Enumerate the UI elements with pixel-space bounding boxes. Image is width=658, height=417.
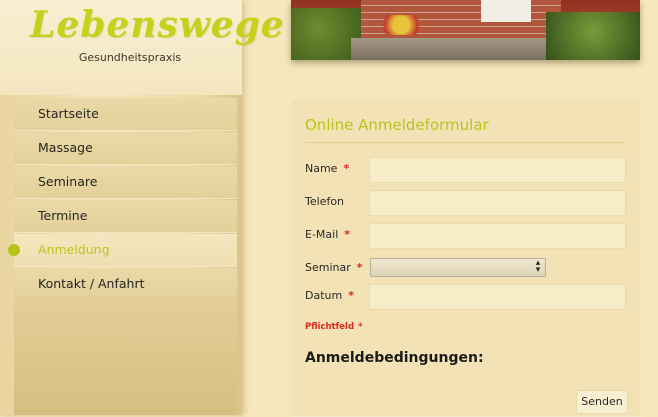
nav-item-startseite[interactable]: Startseite [14, 98, 237, 131]
name-label-text: Name [305, 162, 338, 175]
datum-label-text: Datum [305, 289, 343, 302]
telefon-label: Telefon [305, 195, 344, 208]
sidebar-filler [14, 296, 237, 415]
email-label: E-Mail * [305, 228, 350, 241]
site-logo[interactable]: Lebenswege [30, 4, 284, 50]
sidebar: Lebenswege Gesundheitspraxis Startseite … [0, 0, 284, 415]
seminar-select[interactable]: ▴ ▾ [370, 258, 546, 277]
photo-plants-right [546, 12, 640, 60]
required-hint-text: Pflichtfeld [305, 322, 355, 332]
nav-item-termine[interactable]: Termine [14, 200, 237, 233]
telefon-label-text: Telefon [305, 195, 345, 208]
datum-field[interactable] [369, 284, 626, 310]
nav-item-label: Startseite [38, 106, 99, 121]
seminar-label: Seminar * [305, 261, 363, 274]
nav-item-label: Kontakt / Anfahrt [38, 276, 145, 291]
nav-item-label: Termine [38, 208, 88, 223]
form-title: Online Anmeldeformular [305, 116, 489, 134]
title-divider [305, 142, 625, 143]
required-mark: * [343, 162, 350, 175]
nav-item-label: Anmeldung [38, 242, 110, 257]
site-subtitle: Gesundheitspraxis [78, 51, 182, 64]
required-mark: * [348, 289, 354, 302]
registration-form: Online Anmeldeformular Name * Telefon E-M… [291, 99, 642, 417]
name-field[interactable] [369, 157, 626, 183]
nav-item-label: Massage [38, 140, 93, 155]
photo-flowers [376, 15, 426, 35]
datum-label: Datum * [305, 289, 354, 302]
select-arrows-icon: ▴ ▾ [535, 258, 541, 275]
telefon-field[interactable] [369, 190, 626, 216]
required-mark: * [356, 261, 363, 274]
nav-item-massage[interactable]: Massage [14, 132, 237, 165]
nav-item-label: Seminare [38, 174, 98, 189]
required-hint: Pflichtfeld * [305, 322, 363, 332]
nav-item-seminare[interactable]: Seminare [14, 166, 237, 199]
active-indicator-icon [8, 244, 20, 256]
logo-area: Lebenswege Gesundheitspraxis [0, 0, 284, 95]
email-label-text: E-Mail [305, 228, 339, 241]
photo-door [481, 0, 531, 22]
seminar-label-text: Seminar [305, 261, 351, 274]
required-hint-mark: * [358, 322, 363, 332]
email-field[interactable] [369, 223, 626, 249]
main-navigation: Startseite Massage Seminare Termine Anme… [8, 98, 237, 302]
name-label: Name * [305, 162, 349, 175]
header-photo [291, 0, 640, 60]
submit-button[interactable]: Senden [576, 390, 628, 414]
nav-item-anmeldung[interactable]: Anmeldung [8, 234, 237, 267]
required-mark: * [344, 228, 351, 241]
terms-heading: Anmeldebedingungen: [305, 350, 484, 366]
